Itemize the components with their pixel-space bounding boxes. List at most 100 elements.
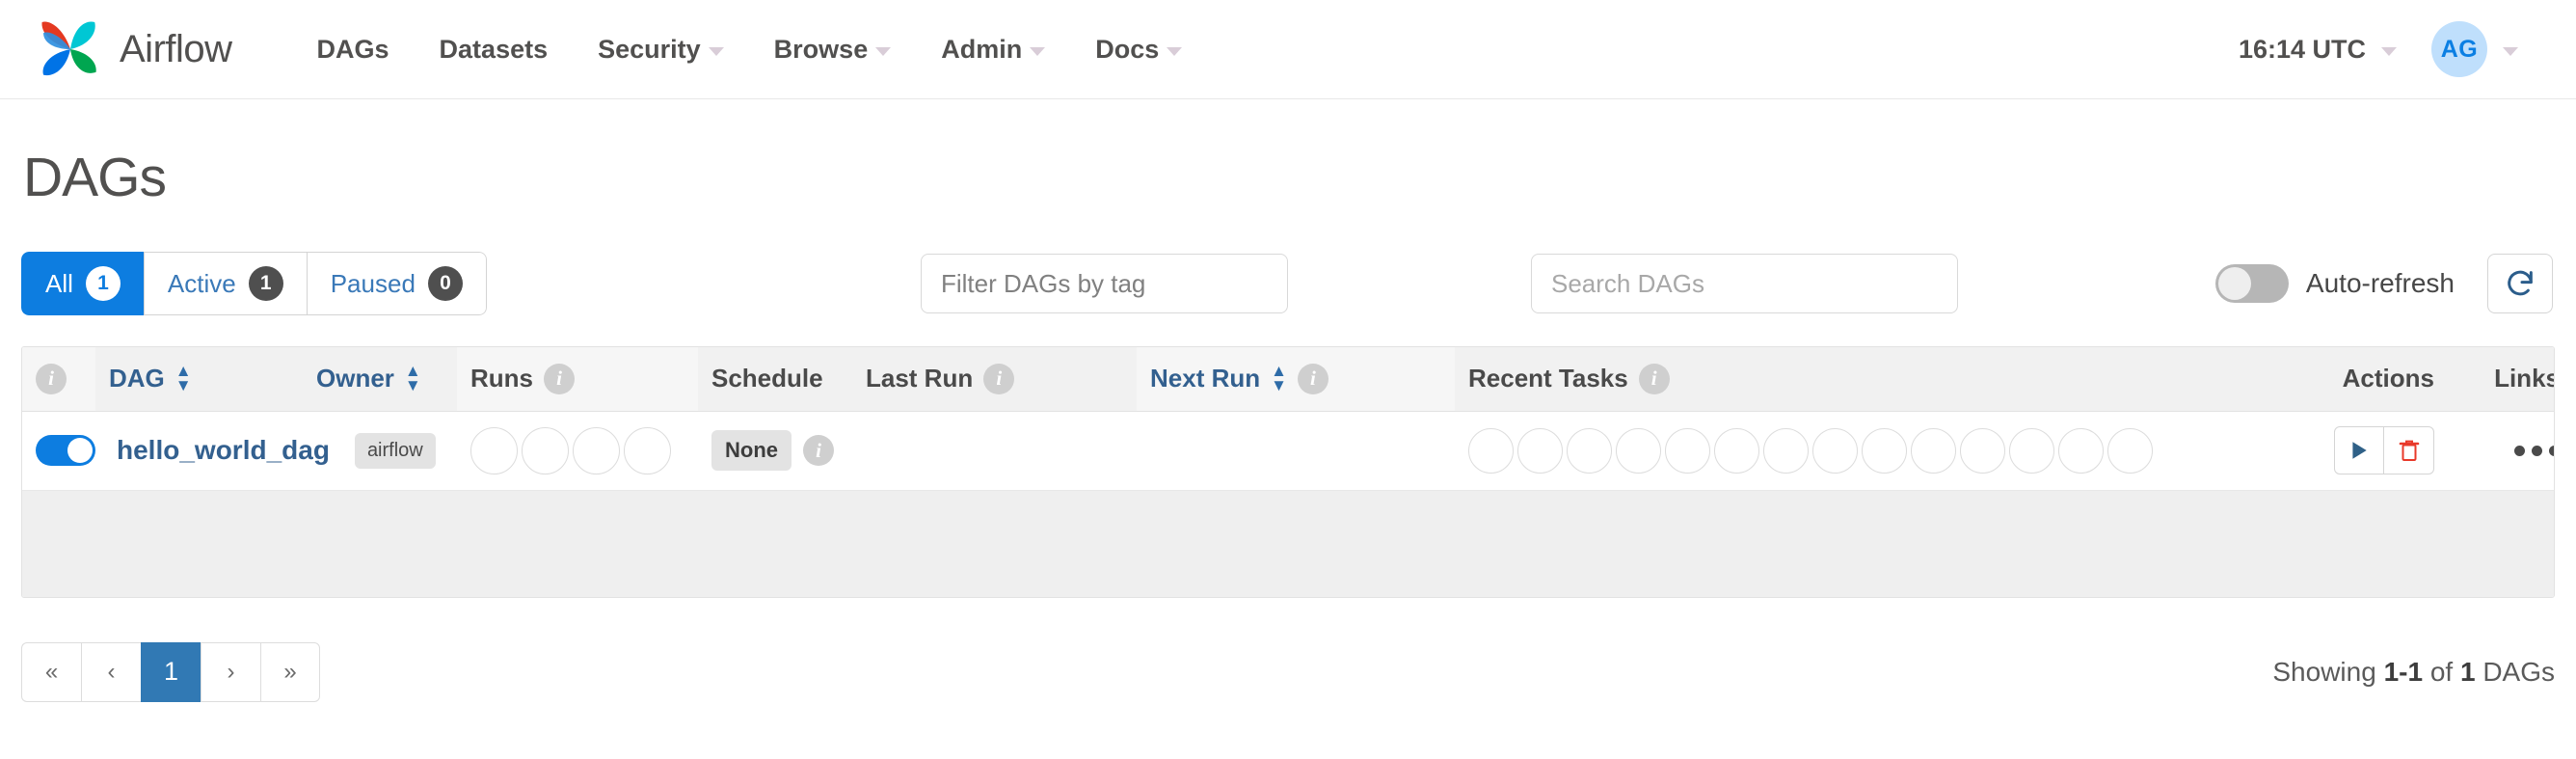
th-links: Links [2448, 347, 2555, 412]
user-menu[interactable]: AG [2414, 12, 2536, 87]
chevron-down-icon [708, 46, 724, 56]
info-icon[interactable]: i [1297, 363, 1328, 394]
tag-filter-input[interactable] [921, 254, 1288, 313]
th-next-run[interactable]: Next Run ▲ ▼ i [1137, 347, 1455, 412]
tab-paused[interactable]: Paused 0 [306, 252, 487, 315]
th-owner-label: Owner [316, 364, 394, 393]
tab-all[interactable]: All 1 [21, 252, 144, 315]
th-runs-label: Runs [470, 364, 533, 393]
info-icon[interactable]: i [544, 363, 575, 394]
dag-pause-toggle[interactable] [36, 435, 95, 466]
th-links-label: Links [2494, 364, 2555, 393]
nav-label-browse: Browse [773, 34, 869, 64]
nav-label-security: Security [598, 34, 701, 64]
task-state-circle[interactable] [1812, 427, 1858, 474]
table-row: hello_world_dag airflow None i [22, 411, 2554, 491]
next-page-button[interactable]: › [201, 641, 260, 702]
prev-page-button[interactable]: ‹ [81, 641, 141, 702]
th-schedule: Schedule [698, 347, 852, 412]
task-state-circle[interactable] [1911, 427, 1956, 474]
ellipsis-icon[interactable] [2461, 445, 2554, 456]
page-1-button[interactable]: 1 [141, 641, 201, 702]
info-icon[interactable]: i [1638, 363, 1670, 394]
th-info: i [22, 347, 95, 412]
brand-logo-link[interactable]: Airflow [35, 15, 232, 83]
th-dag[interactable]: DAG ▲ ▼ [95, 347, 303, 412]
nav-label-dags: DAGs [316, 34, 389, 64]
timezone-selector[interactable]: 16:14 UTC [2221, 25, 2414, 74]
task-state-circle[interactable] [1960, 427, 2005, 474]
cell-dag: hello_world_dag airflow [22, 411, 457, 491]
task-state-circle[interactable] [2009, 427, 2054, 474]
auto-refresh-toggle[interactable] [2214, 264, 2289, 303]
th-actions-label: Actions [2342, 364, 2434, 393]
task-state-circle[interactable] [1616, 427, 1661, 474]
th-owner[interactable]: Owner ▲ ▼ [303, 347, 457, 412]
nav-item-security[interactable]: Security [573, 25, 749, 74]
pagination-row: « ‹ 1 › » Showing 1-1 of 1 DAGs [21, 641, 2555, 702]
page-content: DAGs All 1 Active 1 Paused 0 Auto-refres… [0, 146, 2576, 702]
airflow-pinwheel-logo [35, 15, 106, 83]
run-state-circle[interactable] [470, 426, 518, 474]
task-state-circle[interactable] [1862, 427, 1907, 474]
run-state-circle[interactable] [624, 426, 671, 474]
nav-item-datasets[interactable]: Datasets [415, 25, 574, 74]
nav-item-browse[interactable]: Browse [749, 25, 917, 74]
avatar: AG [2431, 21, 2487, 77]
tab-paused-count: 0 [427, 266, 463, 301]
chevron-down-icon [2503, 46, 2518, 56]
cell-runs [457, 411, 698, 491]
showing-prefix: Showing [2272, 656, 2376, 687]
dag-name-link[interactable]: hello_world_dag [117, 435, 330, 466]
actions-button-group [2297, 426, 2434, 474]
task-state-circle[interactable] [1468, 427, 1514, 474]
info-icon[interactable]: i [803, 435, 834, 466]
run-state-circle[interactable] [573, 426, 620, 474]
auto-refresh-label: Auto-refresh [2305, 268, 2455, 298]
status-filter-tabs: All 1 Active 1 Paused 0 [21, 252, 487, 315]
last-page-button[interactable]: » [260, 641, 320, 702]
cell-next-run [1137, 411, 1455, 491]
task-state-circle[interactable] [1665, 427, 1710, 474]
task-state-circle[interactable] [1763, 427, 1809, 474]
play-icon [2352, 442, 2367, 459]
refresh-controls: Auto-refresh [2214, 254, 2553, 313]
toggle-knob [67, 438, 93, 463]
navbar-right: 16:14 UTC AG [2221, 12, 2536, 87]
th-last-run-label: Last Run [866, 364, 974, 393]
search-input[interactable] [1531, 254, 1958, 313]
task-state-circle[interactable] [2107, 427, 2153, 474]
task-state-circle[interactable] [1714, 427, 1759, 474]
task-state-circle[interactable] [2058, 427, 2104, 474]
run-state-circle[interactable] [522, 426, 569, 474]
info-icon[interactable]: i [36, 363, 67, 394]
nav-item-docs[interactable]: Docs [1070, 25, 1207, 74]
main-nav: DAGs Datasets Security Browse Admin Docs [292, 25, 1208, 74]
showing-suffix: DAGs [2482, 656, 2555, 687]
cell-actions [2284, 411, 2448, 491]
clock-label: 16:14 UTC [2238, 34, 2366, 64]
delete-dag-button[interactable] [2384, 426, 2434, 474]
th-runs: Runs i [457, 347, 698, 412]
owner-tag[interactable]: airflow [354, 432, 436, 469]
trash-icon [2399, 440, 2419, 461]
brand-title: Airflow [120, 27, 232, 70]
task-state-circle[interactable] [1567, 427, 1612, 474]
first-page-button[interactable]: « [21, 641, 81, 702]
tab-all-label: All [45, 268, 73, 298]
nav-label-docs: Docs [1095, 34, 1160, 64]
nav-item-dags[interactable]: DAGs [292, 25, 415, 74]
nav-label-admin: Admin [941, 34, 1023, 64]
info-icon[interactable]: i [983, 363, 1015, 394]
tab-active[interactable]: Active 1 [143, 252, 307, 315]
nav-item-admin[interactable]: Admin [916, 25, 1070, 74]
tab-paused-label: Paused [330, 268, 416, 298]
th-actions: Actions [2284, 347, 2448, 412]
trigger-dag-button[interactable] [2334, 426, 2384, 474]
cell-last-run [852, 411, 1137, 491]
task-state-circle[interactable] [1517, 427, 1563, 474]
dags-table: i DAG ▲ ▼ Owner ▲ ▼ Runs i Schedule Last… [21, 346, 2555, 598]
sort-icon: ▲ ▼ [1271, 362, 1287, 395]
refresh-button[interactable] [2487, 254, 2553, 313]
sort-icon: ▲ ▼ [404, 362, 421, 395]
